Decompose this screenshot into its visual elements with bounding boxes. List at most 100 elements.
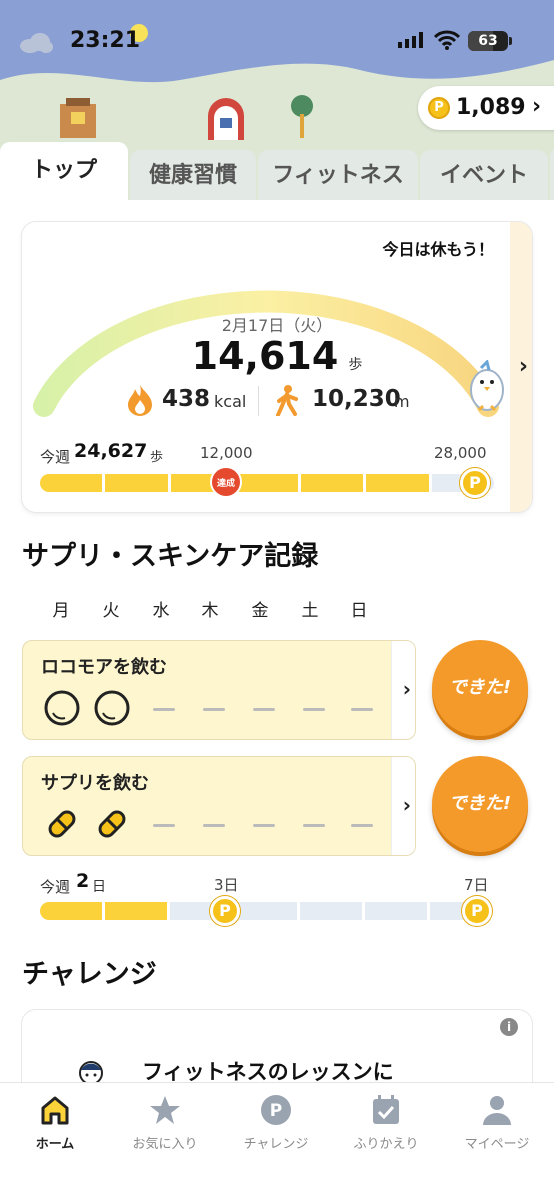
points-button[interactable]: P 1,089 › (418, 86, 554, 130)
status-bar: 23:21 63 (0, 22, 554, 62)
nav-favorites[interactable]: お気に入り (110, 1093, 220, 1163)
milestone-label: 28,000 (434, 444, 487, 462)
done-button[interactable]: できた! (432, 756, 528, 852)
weekday-sat[interactable]: 土 (293, 594, 327, 628)
empty-slot (351, 708, 373, 711)
status-time: 23:21 (70, 28, 141, 53)
capsule-ring-icon (44, 690, 80, 726)
point-coin-icon: P (428, 97, 450, 119)
nav-label: ホーム (35, 1137, 75, 1152)
nav-label: マイページ (464, 1137, 530, 1152)
challenge-section-title: チャレンジ (22, 959, 157, 990)
chevron-right-icon: › (532, 94, 542, 119)
achieved-badge: 達成 (210, 466, 242, 498)
nav-home[interactable]: ホーム (0, 1093, 110, 1163)
tab-fitness[interactable]: フィットネス (258, 150, 418, 200)
svg-text:P: P (270, 1101, 282, 1121)
progress-segment (365, 902, 427, 920)
progress-segment (40, 902, 102, 920)
progress-segment (235, 902, 297, 920)
battery-indicator: 63 (468, 31, 508, 51)
tab-overflow[interactable] (550, 150, 554, 200)
points-value: 1,089 (456, 95, 526, 120)
calendar-check-icon (373, 1095, 399, 1124)
arch-house-icon (208, 98, 244, 140)
point-coin-icon: P (210, 896, 240, 926)
supplement-weekly-unit: 日 (92, 879, 106, 895)
nav-challenge[interactable]: P チャレンジ (221, 1093, 331, 1163)
progress-segment (301, 474, 364, 492)
empty-slot (253, 708, 275, 711)
house-icon (60, 98, 96, 138)
task-card-locomore[interactable]: ロコモアを飲む › (22, 640, 416, 740)
nav-mypage[interactable]: マイページ (442, 1093, 552, 1163)
star-icon (150, 1096, 180, 1124)
cloud-icon (20, 33, 53, 53)
chevron-right-icon[interactable]: › (403, 793, 411, 817)
progress-segment (40, 474, 103, 492)
steps-card[interactable]: 今日は休もう！ 2月17日（火） 14,614 歩 438 kcal 10,230… (22, 222, 532, 512)
weekly-steps-unit: 歩 (150, 450, 164, 465)
chevron-right-icon[interactable]: › (519, 354, 528, 379)
nav-label: チャレンジ (243, 1137, 309, 1152)
bird-mascot-icon (470, 360, 504, 412)
step-date: 2月17日（火） (221, 316, 333, 335)
nav-review[interactable]: ふりかえり (331, 1093, 441, 1163)
task-card-supplement[interactable]: サプリを飲む › (22, 756, 416, 856)
battery-level: 63 (478, 33, 498, 49)
nav-label: お気に入り (132, 1137, 198, 1152)
weekly-steps: 24,627 (74, 440, 148, 462)
empty-slot (203, 824, 225, 827)
empty-slot (153, 824, 175, 827)
weekday-tue[interactable]: 火 (94, 594, 128, 628)
weekday-fri[interactable]: 金 (243, 594, 277, 628)
step-count-row: 14,614 歩 (22, 334, 532, 378)
chevron-right-icon[interactable]: › (403, 677, 411, 701)
capsule-ring-icon (94, 690, 130, 726)
weekday-sun[interactable]: 日 (342, 594, 376, 628)
nav-label: ふりかえり (353, 1137, 419, 1152)
calorie-unit: kcal (214, 392, 247, 411)
supplement-weekly-progress (40, 902, 492, 920)
task-title: ロコモアを飲む (41, 657, 167, 678)
empty-slot (303, 824, 325, 827)
weekly-label: 今週 (40, 448, 71, 466)
tab-health-habits[interactable]: 健康習慣 (130, 150, 256, 200)
step-unit: 歩 (348, 357, 363, 373)
supplement-weekly-label: 今週 (40, 878, 71, 896)
weekday-wed[interactable]: 水 (144, 594, 178, 628)
supplement-section-title: サプリ・スキンケア記録 (22, 541, 319, 572)
tab-bar: トップ 健康習慣 フィットネス イベント (0, 142, 554, 200)
task-title: サプリを飲む (41, 773, 149, 794)
walking-person-icon (276, 385, 298, 416)
point-coin-icon: P (462, 896, 492, 926)
empty-slot (153, 708, 175, 711)
empty-slot (303, 708, 325, 711)
info-icon[interactable]: i (500, 1018, 518, 1036)
milestone-label: 12,000 (200, 444, 253, 462)
empty-slot (203, 708, 225, 711)
header: 23:21 63 P 1,089 › トップ 健康習慣 フィットネス イベント (0, 0, 554, 200)
tab-top[interactable]: トップ (0, 142, 128, 200)
progress-segment (105, 902, 167, 920)
weekday-thu[interactable]: 木 (193, 594, 227, 628)
signal-icon (398, 32, 423, 48)
milestone-label: 3日 (214, 876, 239, 894)
step-count: 14,614 (191, 334, 339, 378)
battery-cap (509, 37, 512, 45)
milestone-label: 7日 (464, 876, 489, 894)
progress-segment (366, 474, 429, 492)
empty-slot (253, 824, 275, 827)
tab-event[interactable]: イベント (420, 150, 548, 200)
progress-segment (105, 474, 168, 492)
tree-icon (291, 95, 313, 138)
pill-icon (98, 810, 126, 838)
weekday-mon[interactable]: 月 (44, 594, 78, 628)
weekly-step-progress (40, 474, 494, 492)
point-coin-icon: P (261, 1095, 291, 1125)
distance-unit: m (394, 392, 410, 411)
done-button[interactable]: できた! (432, 640, 528, 736)
bottom-nav: ホーム お気に入り P チャレンジ ふりかえり マイページ (0, 1082, 554, 1200)
home-icon (41, 1096, 69, 1125)
weekday-selector: 月 火 水 木 金 土 日 (44, 594, 384, 628)
